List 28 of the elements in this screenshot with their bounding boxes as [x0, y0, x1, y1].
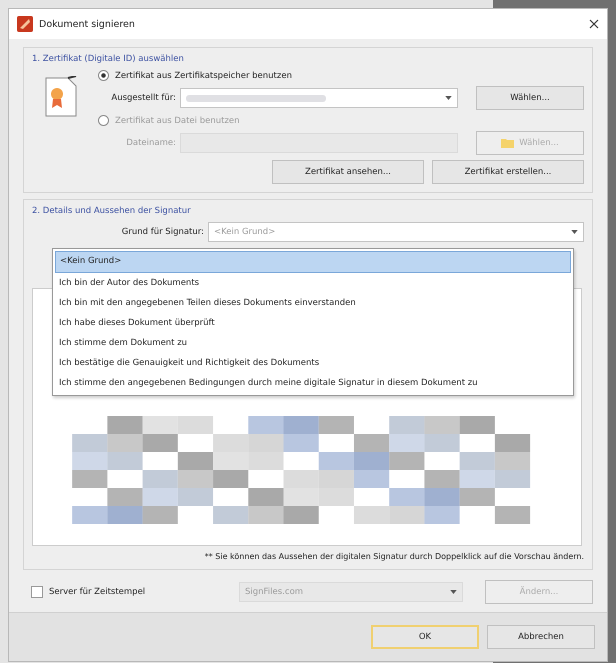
dropdown-arrow-icon [571, 230, 578, 234]
certificate-icon [44, 76, 78, 118]
hint-text: ** Sie können das Aussehen der digitalen Signatur durch Doppelklick auf die Vorschau ändern. [204, 552, 584, 561]
choose-button[interactable]: Wählen... [476, 86, 584, 110]
field-label: Dateiname: [125, 138, 176, 148]
reason-option[interactable]: Ich habe dieses Dokument überprüft [55, 313, 571, 333]
certificate-dropdown[interactable] [180, 88, 458, 108]
cancel-button[interactable]: Abbrechen [487, 625, 595, 649]
folder-icon [501, 138, 516, 148]
app-icon [17, 16, 33, 32]
radio-option[interactable]: Zertifikat aus Zertifikatspeicher benutzen [98, 70, 584, 81]
window-title: Dokument signieren [39, 18, 136, 30]
field-label: Ausgestellt für: [110, 93, 176, 103]
section-title: 1. Zertifikat (Digitale ID) auswählen [32, 54, 185, 64]
reason-option[interactable]: Ich stimme den angegebenen Bedingungen durch meine digitale Signatur in diesem Dokument zu [55, 373, 571, 393]
certificate-button[interactable]: Zertifikat ansehen... [272, 160, 424, 184]
close-icon[interactable] [589, 19, 599, 29]
reason-option[interactable]: <Kein Grund> [55, 251, 571, 273]
reason-option[interactable]: Ich stimme dem Dokument zu [55, 333, 571, 353]
ok-button[interactable]: OK [371, 625, 479, 649]
section-title: 2. Details und Aussehen der Signatur [32, 206, 192, 216]
reason-option[interactable]: Ich bin mit den angegebenen Teilen dieses Dokuments einverstanden [55, 293, 571, 313]
dropdown-arrow-icon [450, 590, 457, 594]
certificate-button[interactable]: Zertifikat erstellen... [432, 160, 584, 184]
dropdown-arrow-icon [445, 96, 452, 100]
field-label: Grund für Signatur: [120, 227, 204, 237]
reason-option[interactable]: Ich bestätige die Genauigkeit und Richtigkeit des Dokuments [55, 353, 571, 373]
reason-option[interactable]: Ich bin der Autor des Dokuments [55, 273, 571, 293]
